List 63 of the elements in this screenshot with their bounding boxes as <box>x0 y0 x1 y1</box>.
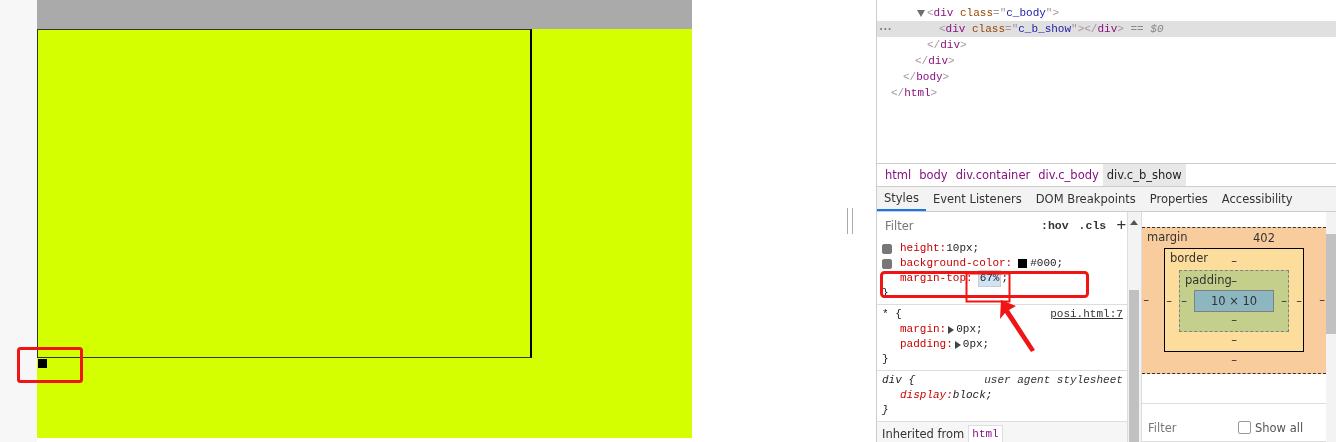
padding-value: – <box>1231 273 1237 290</box>
tab[interactable]: Properties <box>1142 187 1215 211</box>
inherited-tag[interactable]: html <box>968 425 1003 442</box>
breadcrumb[interactable]: div.container <box>951 164 1035 186</box>
margin-value: – <box>1142 293 1150 307</box>
property-name: background-color: <box>900 256 1013 271</box>
markup-line: </div> <box>927 38 967 53</box>
property-name: display: <box>900 388 953 403</box>
markup-line: <div class="c_b_show"></div> == $0 <box>939 22 1164 37</box>
border-value: – <box>1165 294 1173 308</box>
marker-square <box>38 359 47 368</box>
checkbox[interactable] <box>882 258 892 269</box>
margin-value: 402 <box>1253 230 1275 247</box>
content-box: 10 × 10 <box>1194 290 1274 312</box>
markup-line: </html> <box>891 86 938 101</box>
property-value: 0px; <box>956 322 983 337</box>
property-value: 0px; <box>962 337 990 352</box>
border-value: – <box>1231 253 1237 270</box>
border-label: border <box>1170 251 1208 265</box>
property-name: margin: <box>900 322 947 337</box>
new-rule-button[interactable]: + <box>1112 216 1127 235</box>
scrollbar[interactable] <box>1326 212 1336 442</box>
property-value: block; <box>952 388 993 403</box>
markup-line: <div class="c_body"> <box>927 6 1060 21</box>
margin-label: margin <box>1147 230 1188 244</box>
markup-line: </body> <box>903 70 950 85</box>
tab[interactable]: Event Listeners <box>925 187 1029 211</box>
border-value: – <box>1295 294 1303 308</box>
inherited-label: Inherited from <box>882 427 965 441</box>
checkbox[interactable] <box>882 243 892 254</box>
closing-brace: } <box>882 403 889 418</box>
breadcrumb[interactable]: body <box>915 164 952 186</box>
breadcrumb[interactable]: div.c_body <box>1034 164 1103 186</box>
resize-handle[interactable] <box>847 208 853 234</box>
source-link[interactable]: posi.html:7 <box>1050 307 1123 322</box>
breadcrumb[interactable]: div.c_b_show <box>1102 164 1186 186</box>
margin-value: – <box>1318 293 1326 307</box>
margin-value: – <box>1231 352 1237 369</box>
border-value: – <box>1231 332 1237 349</box>
show-all-label: Show all <box>1255 420 1304 435</box>
breadcrumb[interactable]: html <box>881 164 916 186</box>
property-value: 10px; <box>946 241 980 256</box>
closing-brace: } <box>882 352 889 367</box>
annotation-arrow <box>1000 300 1035 352</box>
color-swatch[interactable] <box>1018 259 1028 268</box>
padding-value: – <box>1280 294 1288 308</box>
property-value: #000; <box>1030 256 1064 271</box>
tab[interactable]: Accessibility <box>1214 187 1300 211</box>
annotation-box <box>17 347 83 383</box>
semicolon: ; <box>1001 271 1009 286</box>
property-name: height: <box>900 241 947 256</box>
css-selector: * { <box>882 307 902 322</box>
tab[interactable]: DOM Breakpoints <box>1028 187 1143 211</box>
padding-value: – <box>1231 312 1237 329</box>
css-selector: div { <box>882 373 915 388</box>
cls-button[interactable]: .cls <box>1074 219 1111 232</box>
checkbox[interactable] <box>1238 421 1251 434</box>
padding-label: padding <box>1185 273 1232 287</box>
padding-value: – <box>1180 294 1188 308</box>
property-name: padding: <box>900 337 953 352</box>
markup-line: </div> <box>915 54 955 69</box>
hov-button[interactable]: :hov <box>1037 219 1073 232</box>
source-label: user agent stylesheet <box>984 373 1123 388</box>
